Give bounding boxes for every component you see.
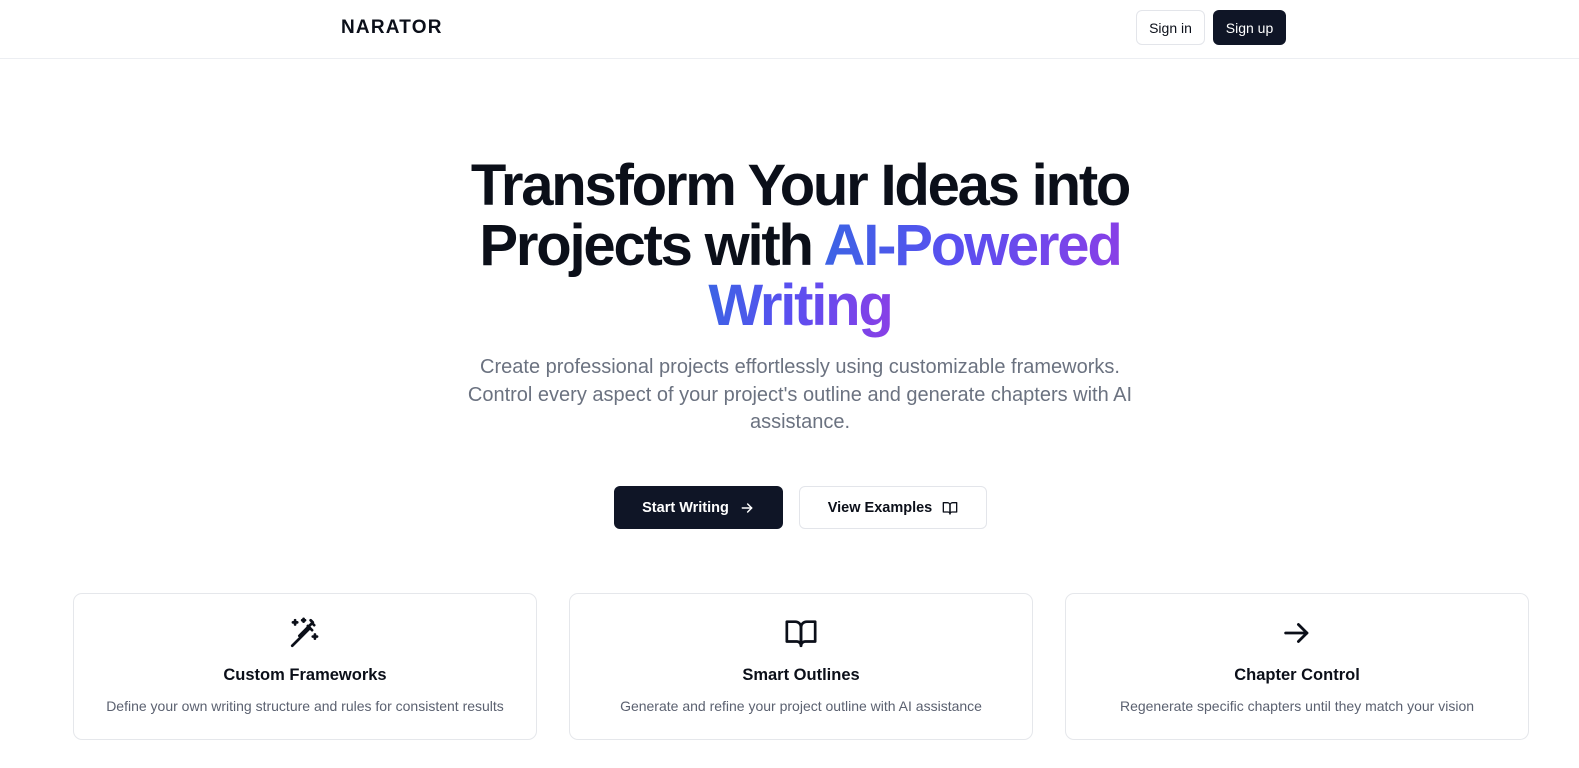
feature-title: Chapter Control — [1234, 666, 1360, 684]
magic-wand-icon — [288, 616, 322, 650]
feature-card-chapter-control: Chapter Control Regenerate specific chap… — [1065, 593, 1529, 740]
feature-description: Define your own writing structure and ru… — [106, 698, 504, 714]
feature-title: Smart Outlines — [742, 666, 860, 684]
arrow-right-icon — [739, 500, 755, 516]
hero-title-line-1: Transform Your Ideas into — [470, 153, 1132, 218]
sign-up-button[interactable]: Sign up — [1213, 10, 1286, 45]
view-examples-button[interactable]: View Examples — [799, 486, 987, 529]
hero-title: Transform Your Ideas into Projects with … — [400, 156, 1200, 336]
feature-card-smart-outlines: Smart Outlines Generate and refine your … — [569, 593, 1033, 740]
book-open-icon — [784, 616, 818, 650]
feature-title: Custom Frameworks — [223, 666, 387, 684]
hero-title-line-2: Projects with — [479, 213, 824, 278]
hero-title-highlight-2: Writing — [708, 273, 893, 338]
top-nav-bar: NARATOR Sign in Sign up — [0, 0, 1579, 59]
start-writing-label: Start Writing — [642, 499, 729, 516]
feature-card-custom-frameworks: Custom Frameworks Define your own writin… — [73, 593, 537, 740]
brand-logo[interactable]: NARATOR — [341, 17, 443, 39]
sign-in-button[interactable]: Sign in — [1136, 10, 1205, 45]
arrow-right-icon — [1280, 616, 1314, 650]
start-writing-button[interactable]: Start Writing — [614, 486, 783, 529]
hero-title-highlight: AI-Powered — [823, 213, 1123, 278]
feature-description: Regenerate specific chapters until they … — [1119, 698, 1475, 714]
feature-description: Generate and refine your project outline… — [620, 698, 982, 714]
hero-subtitle: Create professional projects effortlessl… — [467, 356, 1133, 433]
book-open-icon — [942, 500, 958, 516]
view-examples-label: View Examples — [827, 499, 933, 516]
